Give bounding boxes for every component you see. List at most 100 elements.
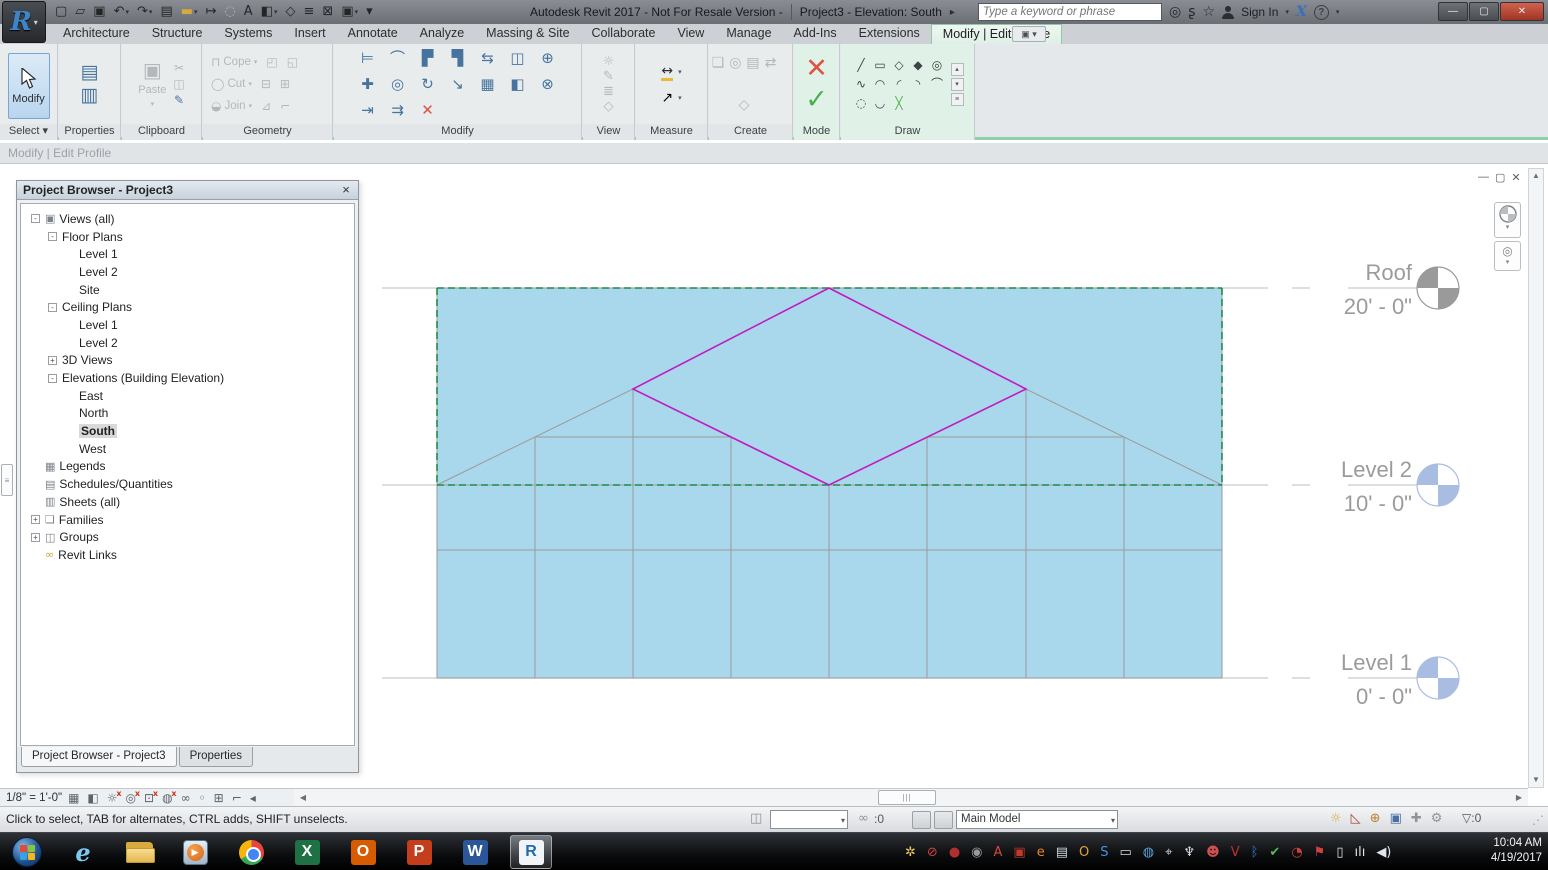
ribbon-tab-extensions[interactable]: Extensions — [848, 24, 931, 44]
editing-requests-icon[interactable]: ∞ — [858, 811, 869, 826]
application-menu-button[interactable]: R ▾ — [2, 1, 46, 43]
panel-label-measure[interactable]: Measure — [636, 124, 707, 140]
tray-icon-4[interactable]: ◉ — [971, 846, 982, 859]
qat-close-hidden-windows-button[interactable]: ⊠ — [319, 4, 336, 20]
tree-item-level-2[interactable]: Level 2 — [21, 334, 354, 352]
ribbon-display-toggle[interactable]: ▣ ▾ — [1012, 26, 1046, 42]
title-overflow-icon[interactable]: ▸ — [950, 7, 955, 18]
view-minimize-button[interactable]: — — [1478, 171, 1489, 184]
view-scale-button[interactable]: 1/8" = 1'-0" — [6, 792, 62, 804]
create-tool-icon[interactable]: ❏ — [712, 56, 725, 70]
tree-item-east[interactable]: East — [21, 387, 354, 405]
panel-label-clipboard[interactable]: Clipboard — [122, 124, 201, 140]
measure-tool[interactable]: ↗▾ — [661, 91, 681, 105]
modify-tool-icon[interactable]: ⌒ — [390, 51, 405, 66]
panel-label-view[interactable]: View — [583, 124, 634, 140]
tree-item-sheets-all-[interactable]: ▥Sheets (all) — [21, 493, 354, 511]
view-tool-icon[interactable]: ◇ — [604, 100, 614, 113]
geometry-extra-icon[interactable]: ⊿ — [261, 100, 271, 112]
qat-measure-button[interactable]: ▬▾ — [178, 4, 201, 20]
tree-item-elevations-building-elevation-[interactable]: -Elevations (Building Elevation) — [21, 369, 354, 387]
design-options-icon[interactable]: ◺ — [1351, 811, 1361, 826]
ribbon-tab-analyze[interactable]: Analyze — [409, 24, 475, 44]
tray-icon-19[interactable]: ◔ — [1291, 846, 1302, 859]
ribbon-tab-massing-site[interactable]: Massing & Site — [475, 24, 580, 44]
tree-item-south[interactable]: South — [21, 422, 354, 440]
chevron-down-icon[interactable]: ▾ — [355, 8, 359, 16]
taskbar-internet-explorer-button[interactable]: e — [62, 835, 104, 869]
status-button-2[interactable] — [934, 811, 953, 829]
qat-open-button[interactable]: ▱ — [72, 4, 88, 20]
help-icon[interactable]: ? — [1314, 5, 1329, 20]
geometry-tool-join[interactable]: ◒Join▾⊿⌐ — [211, 97, 290, 115]
tree-item-legends[interactable]: ▦Legends — [21, 458, 354, 476]
horizontal-scroll-thumb[interactable]: ||| — [878, 790, 936, 805]
tray-icon-18[interactable]: ✔ — [1269, 846, 1280, 859]
paste-button[interactable]: ▣ Paste ▾ — [138, 60, 166, 108]
taskbar-outlook-button[interactable]: O — [342, 835, 384, 869]
tray-icon-17[interactable]: ᛒ — [1251, 846, 1259, 859]
create-tool-icon[interactable]: ▤ — [746, 56, 759, 70]
view-tool-icon[interactable]: ☼ — [603, 55, 615, 68]
exchange-apps-icon[interactable]: X — [1296, 4, 1307, 20]
tree-item-floor-plans[interactable]: -Floor Plans — [21, 228, 354, 246]
qat-redo-button[interactable]: ↷▾ — [134, 4, 155, 20]
select-toggle-icon[interactable]: ✚ — [1411, 811, 1422, 826]
ribbon-tab-manage[interactable]: Manage — [715, 24, 782, 44]
panel-label-mode[interactable]: Mode — [794, 124, 839, 140]
modify-tool-icon[interactable]: ⊕ — [541, 51, 554, 66]
ribbon-tab-add-ins[interactable]: Add-Ins — [783, 24, 848, 44]
panel-tab-properties[interactable]: Properties — [179, 747, 253, 767]
qat-print-button[interactable]: ▤ — [157, 4, 175, 20]
tray-icon-6[interactable]: ▣ — [1013, 846, 1025, 859]
worksets-dropdown[interactable]: ▾ — [770, 810, 848, 829]
modify-tool-icon[interactable]: ⇥ — [361, 103, 374, 118]
tray-icon-21[interactable]: ▯ — [1336, 846, 1343, 859]
tray-icon-7[interactable]: e — [1037, 846, 1045, 859]
modify-tool-icon[interactable]: ↘ — [451, 77, 464, 92]
tray-icon-10[interactable]: S — [1100, 846, 1108, 859]
selection-filter[interactable]: ▽:0 — [1462, 811, 1481, 825]
chevron-down-icon[interactable]: ▾ — [1506, 258, 1510, 266]
taskbar-start-button[interactable] — [6, 835, 48, 869]
draw-tool-icon[interactable]: ◆ — [913, 59, 922, 71]
tray-icon-22[interactable]: ılı — [1354, 846, 1365, 859]
cancel-edit-mode-button[interactable]: ✕ — [805, 55, 828, 82]
tree-item-north[interactable]: North — [21, 405, 354, 423]
geometry-extra-icon[interactable]: ◰ — [266, 56, 277, 68]
draw-tool-icon[interactable]: ◇ — [894, 59, 903, 71]
modify-tool-icon[interactable]: ✚ — [361, 77, 374, 92]
tray-icon-5[interactable]: A — [994, 846, 1003, 859]
tree-item-families[interactable]: +❏Families — [21, 511, 354, 529]
chevron-down-icon[interactable]: ▾ — [126, 8, 130, 16]
tree-item-ceiling-plans[interactable]: -Ceiling Plans — [21, 298, 354, 316]
panel-label-properties[interactable]: Properties — [59, 124, 120, 140]
reveal-hidden-elements-icon[interactable]: ∞ — [181, 791, 191, 805]
pin-icon[interactable]: ⊕ — [1370, 811, 1381, 826]
tree-item-site[interactable]: Site — [21, 281, 354, 299]
temporary-view-properties-icon[interactable]: ◦ — [199, 791, 206, 805]
expand-icon[interactable]: + — [48, 356, 57, 365]
chevron-down-icon[interactable]: ▾ — [194, 8, 198, 16]
draw-tool-icon[interactable]: ▭ — [874, 59, 885, 71]
tree-item-schedules-quantities[interactable]: ▤Schedules/Quantities — [21, 475, 354, 493]
qat-aligned-dimension-button[interactable]: ↦ — [203, 4, 220, 20]
taskbar-media-player-button[interactable]: ▶ — [174, 835, 216, 869]
ribbon-tab-architecture[interactable]: Architecture — [52, 24, 141, 44]
ribbon-tab-systems[interactable]: Systems — [213, 24, 283, 44]
tray-icon-15[interactable]: ☻ — [1206, 846, 1220, 859]
tree-item-groups[interactable]: +◫Groups — [21, 528, 354, 546]
subscription-icon[interactable]: ʂ — [1188, 4, 1195, 20]
links-icon[interactable]: ▣ — [1390, 811, 1402, 826]
draw-tool-icon[interactable]: ⌒ — [931, 78, 943, 90]
tree-item-west[interactable]: West — [21, 440, 354, 458]
taskbar-powerpoint-button[interactable]: P — [398, 835, 440, 869]
qat-tag-by-category-button[interactable]: ◌ — [221, 4, 238, 20]
panel-label-create[interactable]: Create — [709, 124, 792, 140]
modify-tool-icon[interactable]: ◎ — [391, 77, 404, 92]
modify-tool-icon[interactable]: ⊨ — [361, 51, 374, 66]
tray-icon-20[interactable]: ⚑ — [1314, 846, 1326, 859]
chevron-down-icon[interactable]: ▾ — [254, 58, 258, 66]
close-icon[interactable]: × — [338, 182, 354, 197]
vertical-scroll-thumb[interactable]: ≡ — [1, 464, 13, 496]
